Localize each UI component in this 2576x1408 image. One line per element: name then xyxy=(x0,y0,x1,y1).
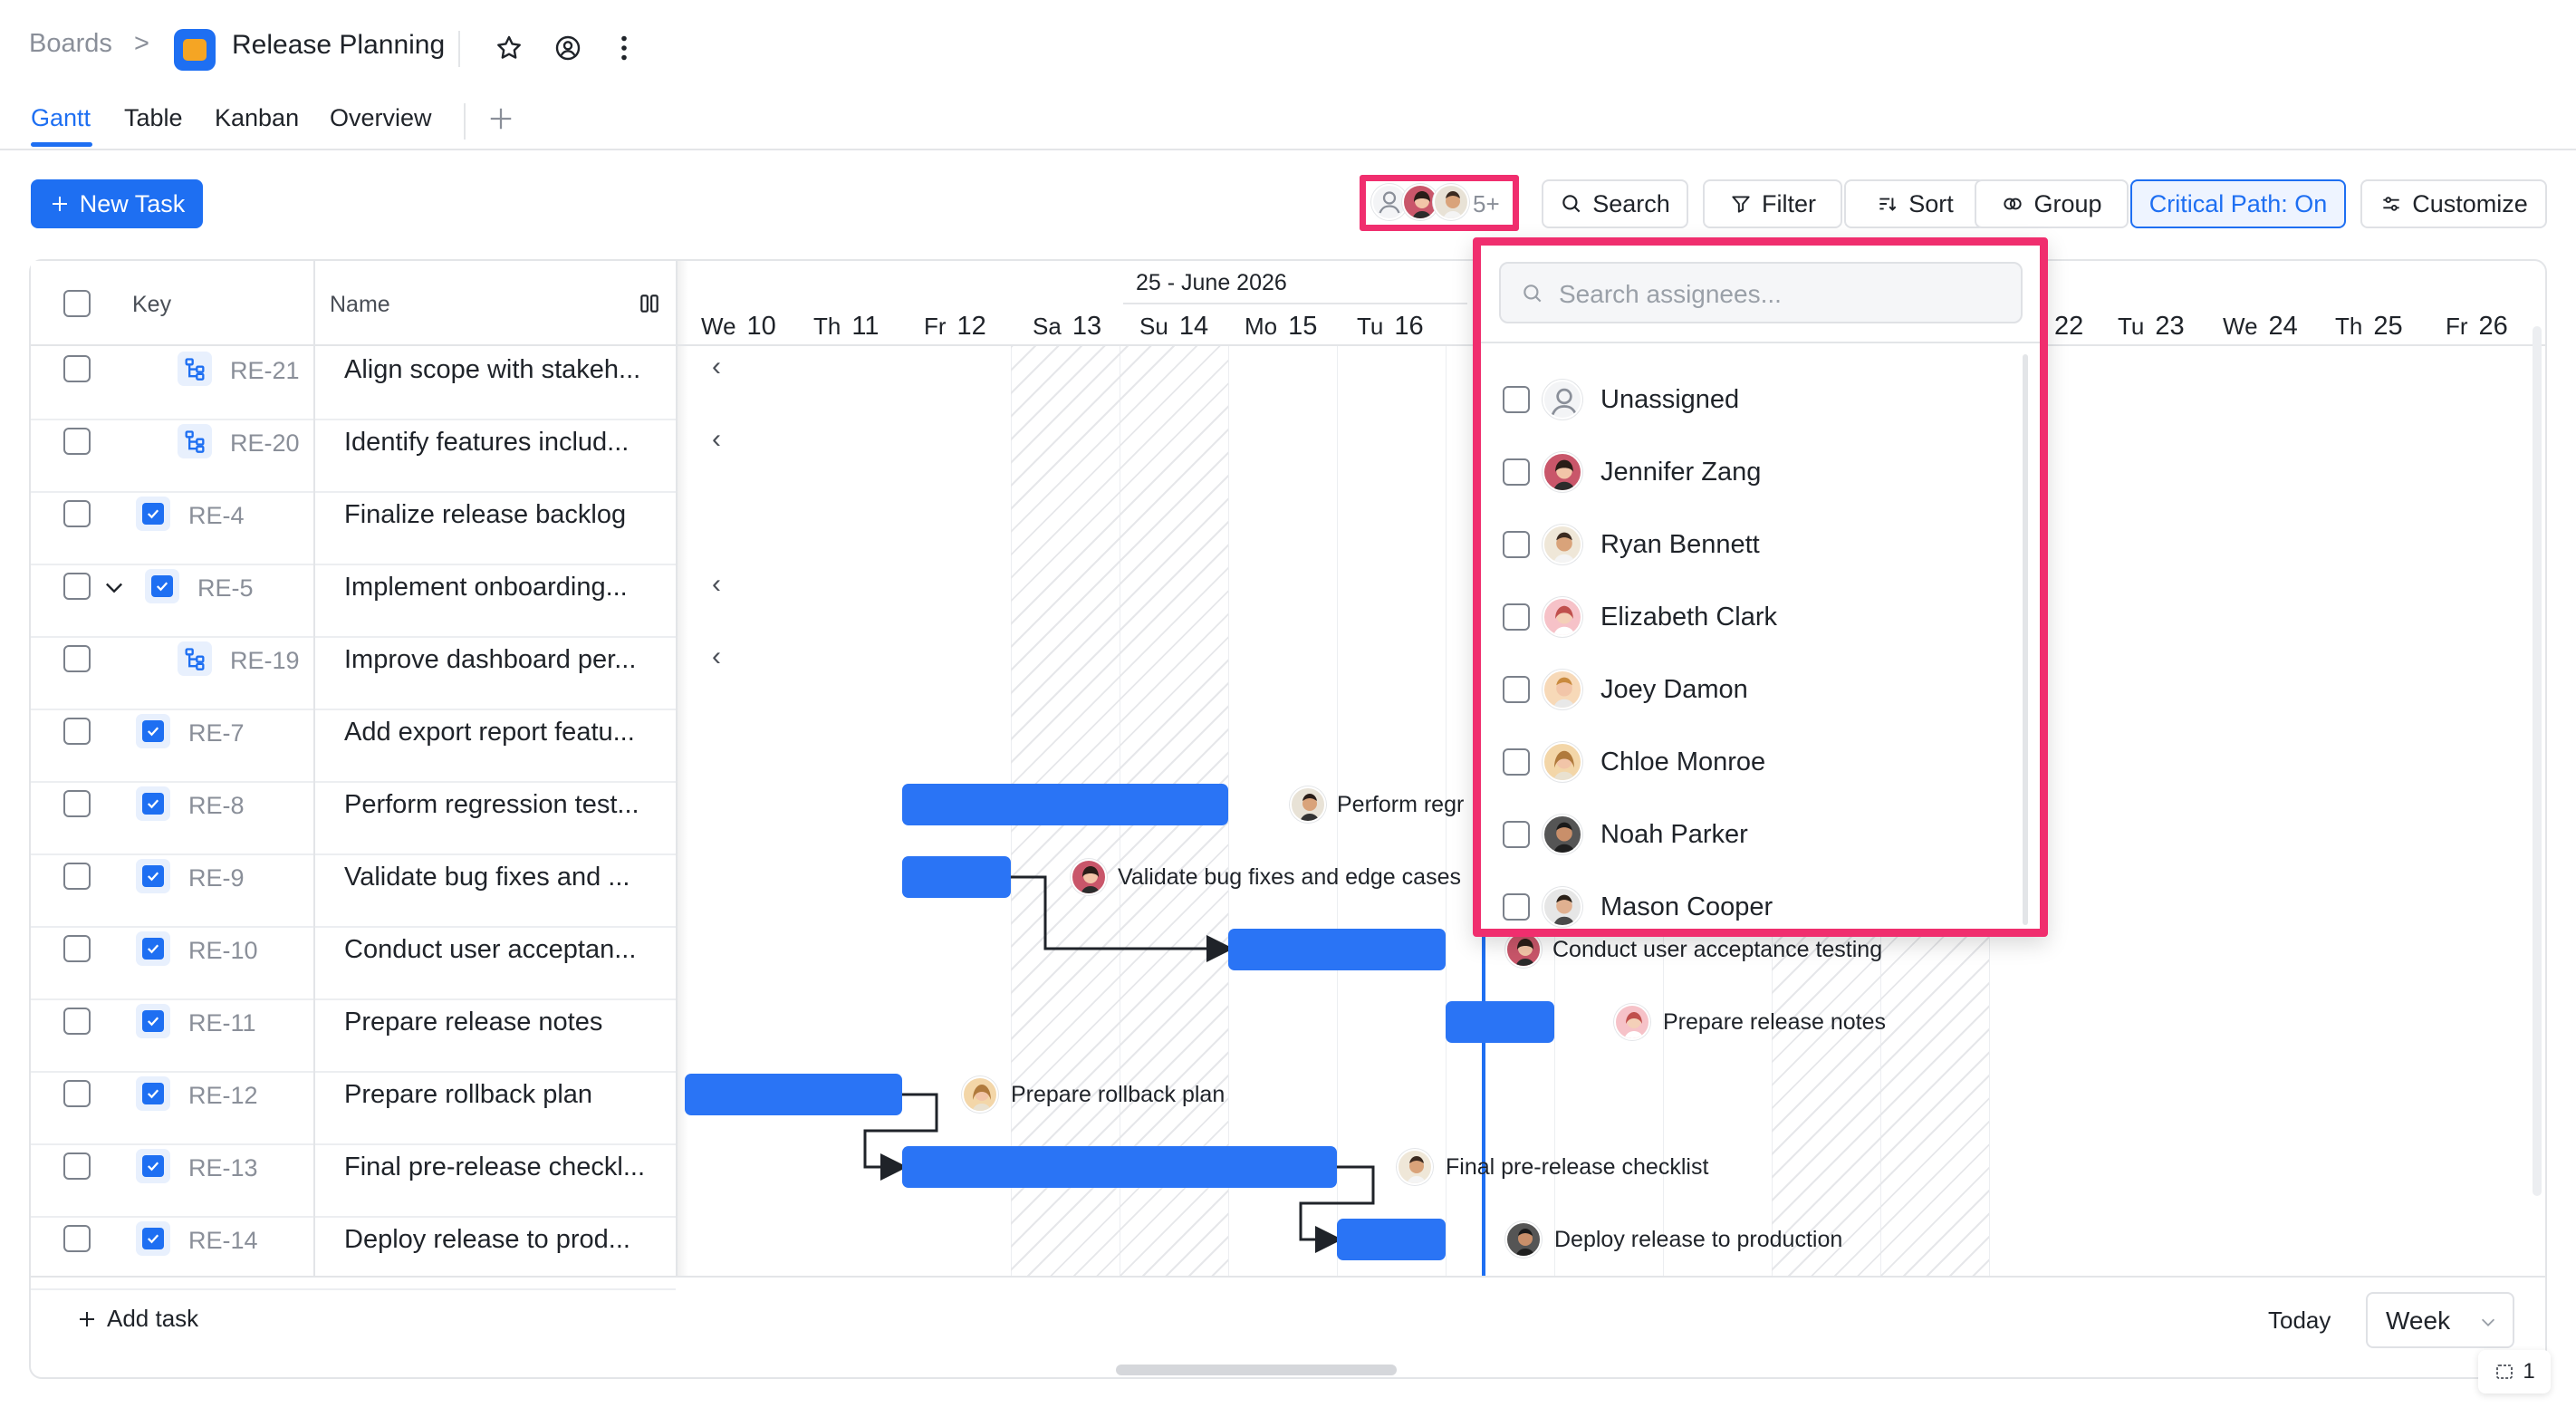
zoom-select[interactable]: Week xyxy=(2366,1292,2514,1348)
assignee-name: Jennifer Zang xyxy=(1600,458,1762,487)
assignee-option[interactable]: Unassigned xyxy=(1481,363,2040,436)
assignee-name: Ryan Bennett xyxy=(1600,530,1760,559)
avatar xyxy=(1543,452,1582,492)
assignee-search-input[interactable]: Search assignees... xyxy=(1499,262,2023,323)
assignee-name: Chloe Monroe xyxy=(1600,747,1766,776)
assignee-checkbox[interactable] xyxy=(1503,531,1530,558)
scroll-to-bar-icon[interactable]: ‹ xyxy=(712,569,721,600)
unassigned-avatar xyxy=(1543,380,1582,420)
scroll-to-bar-icon[interactable]: ‹ xyxy=(712,641,721,672)
zoom-value: Week xyxy=(2386,1307,2451,1335)
assignee-checkbox[interactable] xyxy=(1503,748,1530,776)
assignee-checkbox[interactable] xyxy=(1503,676,1530,703)
avatar xyxy=(1543,815,1582,854)
assignee-name: Noah Parker xyxy=(1600,820,1748,849)
assignee-option[interactable]: Mason Cooper xyxy=(1481,871,2040,943)
gantt-bar-re-14[interactable] xyxy=(1337,1219,1446,1260)
assignee-option[interactable]: Chloe Monroe xyxy=(1481,726,2040,798)
add-task-button[interactable]: Add task xyxy=(76,1305,198,1333)
avatar xyxy=(1543,597,1582,637)
assignee-checkbox[interactable] xyxy=(1503,821,1530,848)
bar-label: Final pre-release checklist xyxy=(1446,1154,1709,1180)
assignee-checkbox[interactable] xyxy=(1503,893,1530,921)
add-task-label: Add task xyxy=(107,1305,199,1332)
today-button[interactable]: Today xyxy=(2268,1307,2331,1335)
assignee-checkbox[interactable] xyxy=(1503,386,1530,413)
bar-label: Prepare release notes xyxy=(1663,1009,1886,1035)
bar-label: Perform regr xyxy=(1337,792,1465,817)
bar-label: Deploy release to production xyxy=(1554,1227,1843,1252)
avatar xyxy=(1543,525,1582,564)
popup-scrollbar[interactable] xyxy=(2023,354,2028,925)
horizontal-scrollbar[interactable] xyxy=(1116,1365,1397,1375)
gantt-bar-re-10[interactable] xyxy=(1228,929,1446,970)
assignee-checkbox[interactable] xyxy=(1503,458,1530,486)
assignee-option[interactable]: Ryan Bennett xyxy=(1481,508,2040,581)
assignee-checkbox[interactable] xyxy=(1503,603,1530,631)
badge-count: 1 xyxy=(2523,1359,2535,1384)
layout-icon xyxy=(2496,1365,2514,1379)
minimap-badge[interactable]: 1 xyxy=(2478,1350,2551,1394)
avatar xyxy=(1071,859,1107,895)
bar-label: Validate bug fixes and edge cases xyxy=(1118,864,1461,890)
avatar xyxy=(1543,887,1582,927)
avatar xyxy=(962,1076,998,1113)
footer-border xyxy=(31,1276,2545,1278)
assignee-search-placeholder: Search assignees... xyxy=(1559,280,1782,308)
assignee-dropdown: Search assignees... Unassigned Jennifer Z… xyxy=(1473,237,2048,937)
assignee-name: Elizabeth Clark xyxy=(1600,603,1778,632)
gantt-bar-re-9[interactable] xyxy=(902,856,1011,898)
avatar xyxy=(1543,670,1582,709)
assignee-name: Joey Damon xyxy=(1600,675,1748,704)
avatar xyxy=(1543,742,1582,782)
assignee-option[interactable]: Elizabeth Clark xyxy=(1481,581,2040,653)
gantt-bar-re-12[interactable] xyxy=(685,1074,902,1115)
assignee-name: Mason Cooper xyxy=(1600,892,1773,921)
dependency-arrows xyxy=(863,875,1375,1253)
scroll-to-bar-icon[interactable]: ‹ xyxy=(712,352,721,382)
gantt-bar-re-11[interactable] xyxy=(1446,1001,1554,1043)
chevron-down-icon xyxy=(2481,1318,2495,1326)
plus-icon xyxy=(80,1311,94,1326)
avatar xyxy=(1505,1221,1542,1258)
assignee-option[interactable]: Joey Damon xyxy=(1481,653,2040,726)
avatar xyxy=(1290,786,1326,823)
vertical-scrollbar[interactable] xyxy=(2533,326,2542,1196)
divider xyxy=(1481,342,2040,343)
gantt-bar-re-13[interactable] xyxy=(902,1146,1337,1188)
bar-label: Prepare rollback plan xyxy=(1011,1082,1226,1107)
assignee-option[interactable]: Noah Parker xyxy=(1481,798,2040,871)
avatar xyxy=(1397,1149,1433,1185)
assignee-option[interactable]: Jennifer Zang xyxy=(1481,436,2040,508)
gantt-bar-re-8[interactable] xyxy=(902,784,1228,825)
scroll-to-bar-icon[interactable]: ‹ xyxy=(712,424,721,455)
avatar xyxy=(1614,1004,1650,1040)
search-icon xyxy=(1523,284,1542,303)
assignee-name: Unassigned xyxy=(1600,385,1740,414)
